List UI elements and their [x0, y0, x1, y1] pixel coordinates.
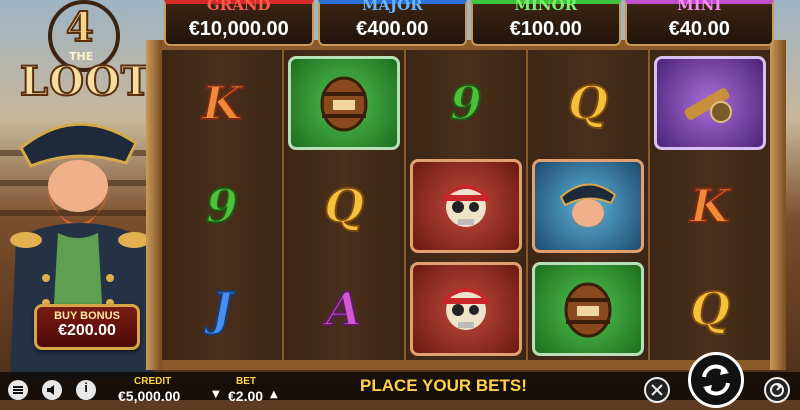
reel-symbol: Q	[532, 54, 644, 152]
symbol-k: K	[201, 75, 243, 131]
symbol-a: A	[325, 281, 363, 337]
skull-symbol-icon	[410, 262, 522, 356]
jackpot-minor: MINOR €100.00	[471, 0, 621, 46]
jackpot-minor-value: €100.00	[509, 18, 582, 40]
jackpot-major-name: MAJOR	[361, 0, 423, 14]
jackpot-minor-name: MINOR	[514, 0, 578, 14]
jackpot-mini-value: €40.00	[668, 18, 730, 40]
bet-decrease-icon[interactable]: ▼	[212, 389, 220, 400]
reel-symbol: J	[166, 260, 278, 358]
symbol-q: Q	[567, 75, 609, 131]
reel-4: Q	[528, 50, 648, 360]
jackpot-grand: GRAND €10,000.00	[164, 0, 314, 46]
reel-symbol	[410, 157, 522, 255]
logo-number: 4	[65, 3, 95, 52]
reel-symbol	[410, 260, 522, 358]
info-icon[interactable]: i	[76, 380, 96, 400]
buy-bonus-price: €200.00	[58, 322, 116, 339]
jackpot-major-value: €400.00	[356, 18, 429, 40]
reel-3: 9	[406, 50, 526, 360]
reels-grid: K9JQA9QKQ	[162, 50, 770, 360]
reel-symbol: K	[166, 54, 278, 152]
captain-symbol-icon	[532, 159, 644, 253]
reel-symbol	[288, 54, 400, 152]
skull-symbol-icon	[410, 159, 522, 253]
barrel-symbol-icon	[288, 56, 400, 150]
credit-value: €5,000.00	[118, 388, 181, 404]
reel-symbol: Q	[288, 157, 400, 255]
status-message: PLACE YOUR BETS!	[360, 376, 527, 395]
menu-icon[interactable]	[8, 380, 28, 400]
buy-bonus-label: BUY BONUS	[54, 310, 120, 322]
symbol-k: K	[689, 178, 731, 234]
reel-symbol: A	[288, 260, 400, 358]
jackpot-grand-name: GRAND	[206, 0, 271, 14]
jackpot-meters: GRAND €10,000.00 MAJOR €400.00 MINOR €10…	[164, 0, 774, 46]
spin-arrows-icon	[702, 364, 730, 396]
game-logo: 4 THE LOOT	[14, 0, 152, 112]
symbol-q: Q	[323, 178, 365, 234]
reel-symbol	[654, 54, 766, 152]
reel-5: KQ	[650, 50, 770, 360]
bet-label: BET	[236, 376, 256, 387]
symbol-9: 9	[449, 75, 483, 131]
jackpot-mini-name: MINI	[677, 0, 722, 14]
jackpot-grand-value: €10,000.00	[188, 18, 289, 40]
jackpot-mini: MINI €40.00	[624, 0, 774, 46]
bet-increase-icon[interactable]: ▲	[270, 389, 278, 400]
reel-symbol: K	[654, 157, 766, 255]
symbol-q: Q	[689, 281, 731, 337]
symbol-j: J	[210, 281, 234, 337]
autoplay-icon[interactable]	[644, 377, 670, 403]
buy-bonus-button[interactable]: BUY BONUS €200.00	[34, 304, 140, 350]
reel-symbol: 9	[410, 54, 522, 152]
credit-label: CREDIT	[134, 376, 172, 387]
frame-post-right	[770, 40, 786, 370]
sound-icon[interactable]	[42, 380, 62, 400]
bet-value: €2.00	[228, 388, 264, 404]
symbol-9: 9	[205, 178, 239, 234]
frame-post-left	[146, 40, 162, 370]
jackpot-major: MAJOR €400.00	[317, 0, 467, 46]
logo-title: LOOT	[19, 57, 152, 106]
reel-symbol: 9	[166, 157, 278, 255]
reel-symbol: Q	[654, 260, 766, 358]
reel-symbol	[532, 260, 644, 358]
reel-1: K 9 J	[162, 50, 282, 360]
reel-symbol	[532, 157, 644, 255]
barrel-symbol-icon	[532, 262, 644, 356]
spyglass-symbol-icon	[654, 56, 766, 150]
turbo-icon[interactable]	[764, 377, 790, 403]
reel-2: QA	[284, 50, 404, 360]
